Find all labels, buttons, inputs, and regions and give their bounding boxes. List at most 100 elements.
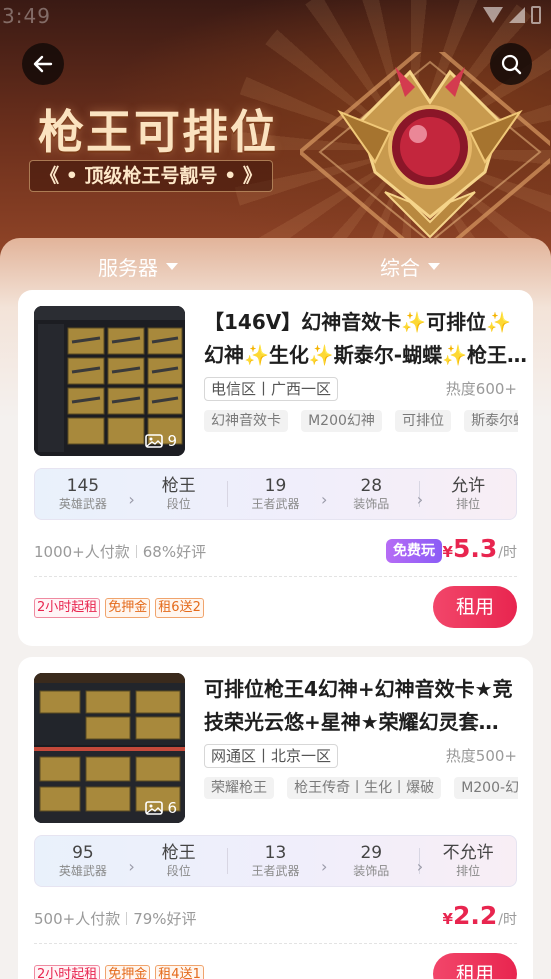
promo-bonus: 租4送1 [155,965,204,979]
price-unit: /时 [498,912,517,928]
stat-label: 排位 [456,864,481,878]
stat-hero-weapons: 95 英雄武器 › [35,843,135,879]
stat-label: 王者武器 [251,864,300,878]
stat-value: 枪王 [161,476,196,496]
stat-value: 13 [264,843,287,863]
promo-min-rent: 2小时起租 [34,598,101,618]
tag: 斯泰尔蝴 [464,410,518,432]
rent-button[interactable]: 租用 [433,586,517,628]
stat-value: 145 [66,476,100,496]
stat-value: 允许 [451,476,486,496]
heat-label: 热度600+ [445,380,517,398]
dashed-divider [34,943,517,944]
stat-value: 28 [360,476,383,496]
promo-list: 2小时起租 免押金 租4送1 [34,965,204,979]
stat-rank: 枪王 段位 [131,476,227,512]
stat-label: 英雄武器 [58,864,107,878]
tag: M200-幻神 [454,777,518,799]
tag: M200幻神 [301,410,382,432]
tag: 幻神音效卡 [204,410,288,432]
stat-label: 王者武器 [251,497,300,511]
listing-thumbnail[interactable]: 9 [34,306,185,456]
image-count-value: 6 [167,799,177,817]
image-gallery-icon [145,434,164,448]
stat-label: 排位 [456,497,481,511]
hero-title: 枪王可排位 [38,105,278,159]
stats-bar: 145 英雄武器 › 枪王 段位 19 王者武器 › 28 装饰品 › 允许 排… [34,468,517,520]
hero-subtitle-left: 《 • [40,165,78,187]
heat-label: 热度500+ [445,747,517,765]
sort-filter-label: 综合 [380,256,420,280]
tag-list: 幻神音效卡 M200幻神 可排位 斯泰尔蝴 [204,410,518,434]
tag: 可排位 [395,410,451,432]
stat-value: 95 [72,843,94,863]
stat-decorations: 29 装饰品 › [323,843,423,879]
listing-title[interactable]: 可排位枪王4幻神+幻神音效卡★竞技荣光云悠+星神★荣耀幻灵套… [204,673,530,739]
divider [126,912,128,925]
rank-emblem-icon [300,52,550,252]
tag: 枪王传奇丨生化丨爆破 [287,777,442,799]
status-icons [483,6,541,24]
listing-title[interactable]: 【146V】幻神音效卡✨可排位✨幻神✨生化✨斯泰尔-蝴蝶✨枪王炫… [204,306,530,372]
dashed-divider [34,576,517,577]
price: ¥ 5.3 /时 [443,534,517,563]
price-currency: ¥ [442,543,453,561]
image-count: 9 [145,432,177,450]
buyers-count: 1000+人付款 [34,543,130,561]
wifi-icon [483,7,503,23]
stat-hero-weapons: 145 英雄武器 › [35,476,135,512]
listing-card[interactable]: 9 【146V】幻神音效卡✨可排位✨幻神✨生化✨斯泰尔-蝴蝶✨枪王炫… 电信区丨… [18,290,533,646]
status-time: 3:49 [2,4,51,28]
stat-value: 19 [264,476,287,496]
battery-icon [531,6,541,24]
back-button[interactable] [22,43,64,85]
price-value: 2.2 [452,901,498,930]
tag: 荣耀枪王 [204,777,274,799]
stat-label: 英雄武器 [58,497,107,511]
cell-signal-icon [509,7,525,23]
stat-label: 段位 [166,864,191,878]
stat-ranked: 不允许 排位 [420,843,516,879]
listing-card[interactable]: 6 可排位枪王4幻神+幻神音效卡★竞技荣光云悠+星神★荣耀幻灵套… 网通区丨北京… [18,657,533,979]
hero-subtitle: 《 • 顶级枪王号靓号 • 》 [29,160,273,192]
region-label: 电信区丨广西一区 [204,377,339,401]
image-gallery-icon [145,801,164,815]
stat-value: 枪王 [161,843,196,863]
stat-ranked: 允许 排位 [420,476,516,512]
tag-list: 荣耀枪王 枪王传奇丨生化丨爆破 M200-幻神 [204,777,518,801]
stats-bar: 95 英雄武器 › 枪王 段位 13 王者武器 › 29 装饰品 › 不允许 排… [34,835,517,887]
sort-filter[interactable]: 综合 [380,252,440,281]
stat-label: 段位 [166,497,191,511]
divider [135,545,137,558]
listing-thumbnail[interactable]: 6 [34,673,185,823]
image-count-value: 9 [167,432,177,450]
promo-bonus: 租6送2 [155,598,204,618]
stat-label: 装饰品 [353,497,390,511]
free-play-badge: 免费玩 [386,539,442,563]
stat-decorations: 28 装饰品 › [323,476,423,512]
promo-no-deposit: 免押金 [105,965,151,979]
stat-value: 不允许 [442,843,494,863]
stat-label: 装饰品 [353,864,390,878]
hero-subtitle-text: 顶级枪王号靓号 [84,165,218,187]
payment-info: 500+人付款 79%好评 [34,908,197,929]
rent-button[interactable]: 租用 [433,953,517,979]
rating: 68%好评 [142,543,207,561]
price: ¥ 2.2 /时 [443,901,517,930]
stat-king-weapons: 13 王者武器 › [228,843,327,879]
stat-rank: 枪王 段位 [131,843,227,879]
price-value: 5.3 [452,534,498,563]
image-count: 6 [145,799,177,817]
buyers-count: 500+人付款 [34,910,121,928]
region-label: 网通区丨北京一区 [204,744,339,768]
hero-subtitle-wrap: 《 • 顶级枪王号靓号 • 》 [29,158,273,194]
server-filter[interactable]: 服务器 [98,252,178,281]
stat-value: 29 [360,843,383,863]
rating: 79%好评 [133,910,197,928]
server-filter-label: 服务器 [98,256,158,280]
promo-min-rent: 2小时起租 [34,965,101,979]
price-currency: ¥ [442,910,453,928]
back-arrow-icon [33,55,53,73]
promo-list: 2小时起租 免押金 租6送2 [34,598,204,618]
price-unit: /时 [498,545,517,561]
